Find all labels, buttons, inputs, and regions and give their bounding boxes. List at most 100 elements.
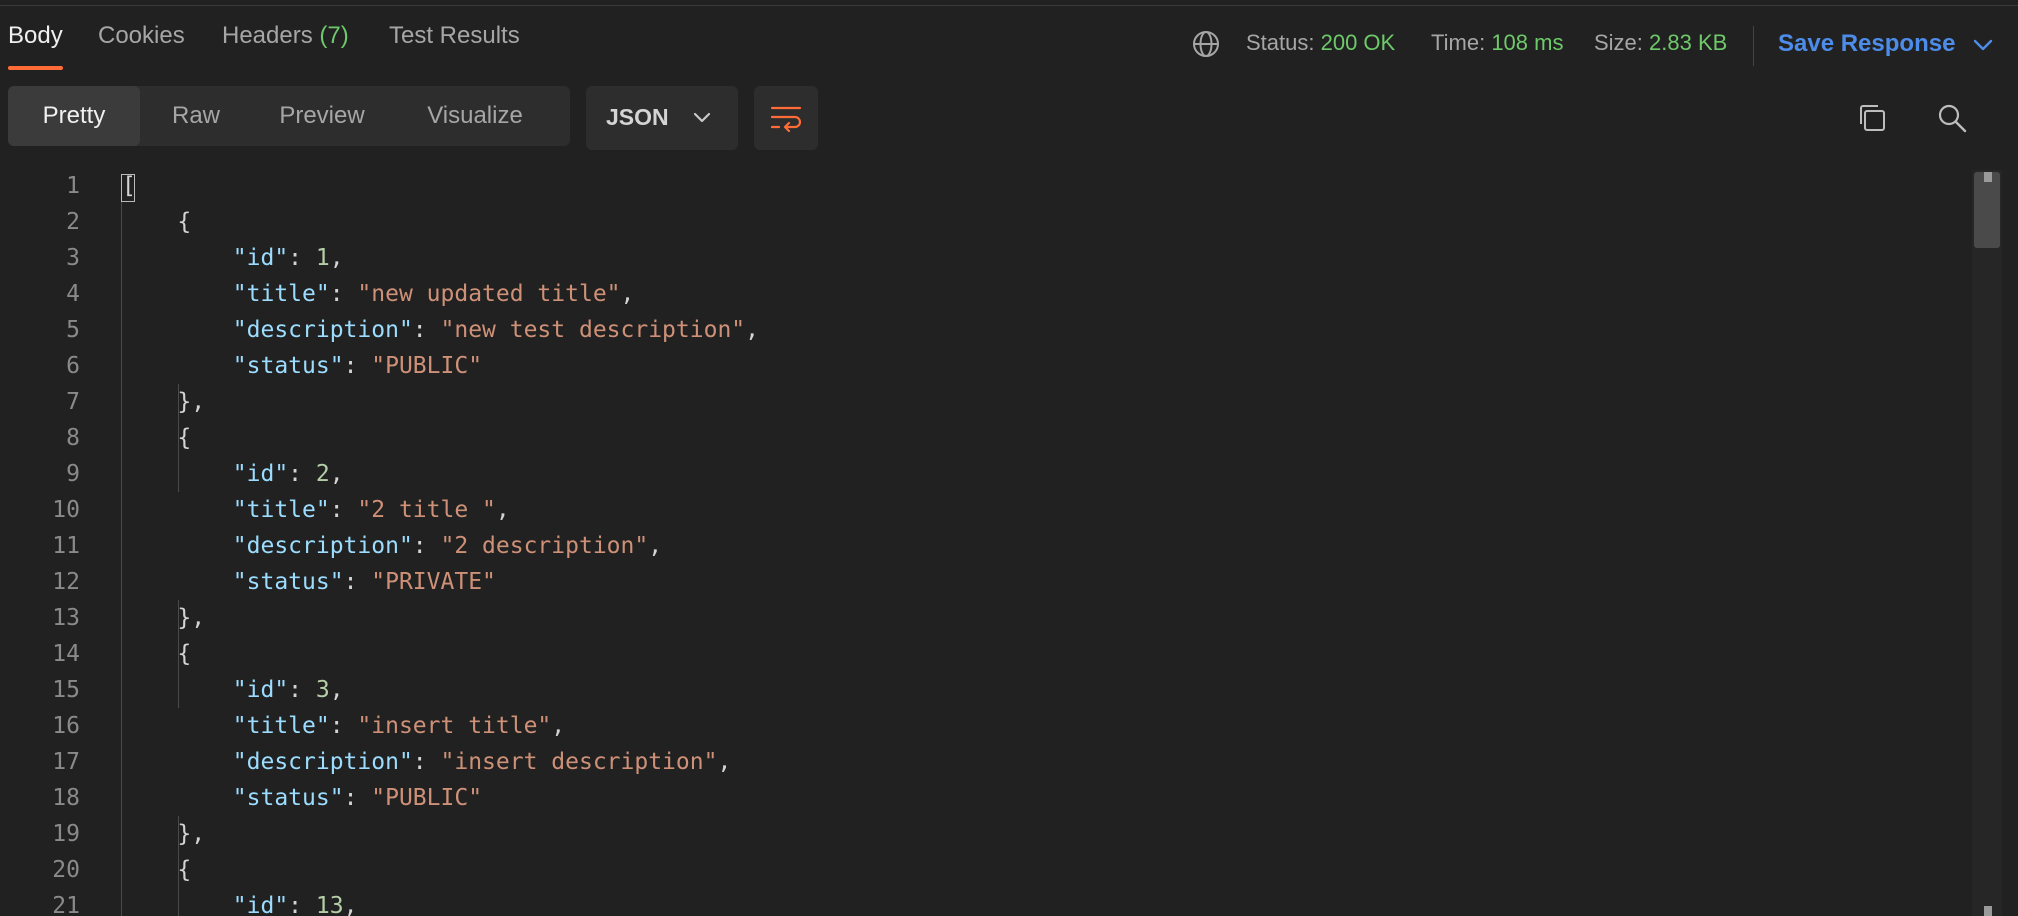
code-token: "id" bbox=[232, 245, 289, 271]
code-line: 10 "title": "2 title ", bbox=[0, 492, 1970, 528]
code-token: , bbox=[717, 749, 732, 775]
status-label: Status: bbox=[1246, 30, 1315, 55]
chevron-down-icon bbox=[693, 112, 711, 123]
response-body-editor[interactable]: 1[2 {3 "id": 1, 4 "title": "new updated t… bbox=[0, 168, 1970, 916]
code-line: 11 "description": "2 description", bbox=[0, 528, 1970, 564]
code-token: "title" bbox=[232, 713, 330, 739]
code-line: 15 "id": 3, bbox=[0, 672, 1970, 708]
code-token: "status" bbox=[232, 353, 344, 379]
code-text: [ bbox=[122, 168, 136, 204]
code-token: , bbox=[745, 317, 759, 343]
editor-scrollbar[interactable] bbox=[1972, 170, 2002, 916]
view-mode-pretty[interactable]: Pretty bbox=[8, 86, 140, 146]
format-select[interactable]: JSON bbox=[586, 86, 738, 150]
line-number: 8 bbox=[66, 425, 80, 451]
code-token: "id" bbox=[232, 677, 289, 703]
code-token: "title" bbox=[232, 497, 330, 523]
line-number: 2 bbox=[66, 209, 80, 235]
line-number: 16 bbox=[52, 713, 80, 739]
code-token: }, bbox=[122, 821, 206, 847]
code-text: { bbox=[122, 636, 191, 672]
code-token: "PUBLIC" bbox=[371, 353, 483, 379]
tab-cookies[interactable]: Cookies bbox=[98, 22, 185, 70]
search-icon[interactable] bbox=[1936, 102, 1968, 134]
line-number: 19 bbox=[52, 821, 80, 847]
code-token: { bbox=[122, 641, 192, 667]
code-token: "2 title " bbox=[357, 497, 496, 523]
line-number: 15 bbox=[52, 677, 80, 703]
code-line: 19 }, bbox=[0, 816, 1970, 852]
headers-count-badge: (7) bbox=[319, 22, 349, 49]
editor-scrollbar-thumb[interactable] bbox=[1974, 172, 2000, 248]
view-mode-preview[interactable]: Preview bbox=[252, 86, 392, 146]
code-token: , bbox=[343, 893, 358, 916]
code-token: "description" bbox=[232, 533, 413, 559]
code-token: "new test description" bbox=[440, 317, 746, 343]
globe-icon[interactable] bbox=[1192, 30, 1220, 58]
code-token: "description" bbox=[232, 317, 413, 343]
code-token: { bbox=[122, 857, 192, 883]
code-text: "title": "insert title", bbox=[122, 708, 565, 744]
code-token: "insert title" bbox=[357, 713, 552, 739]
line-number: 7 bbox=[66, 389, 80, 415]
code-text: "status": "PUBLIC" bbox=[122, 780, 482, 816]
code-text: { bbox=[122, 420, 191, 456]
tab-headers[interactable]: Headers (7) bbox=[222, 22, 349, 70]
code-token: : bbox=[343, 569, 372, 595]
code-line: 14 { bbox=[0, 636, 1970, 672]
wrap-lines-button[interactable] bbox=[754, 86, 818, 150]
view-mode-raw[interactable]: Raw bbox=[140, 86, 252, 146]
tab-body-label: Body bbox=[8, 22, 63, 49]
copy-icon[interactable] bbox=[1856, 102, 1888, 134]
view-mode-raw-label: Raw bbox=[171, 102, 220, 129]
code-token: "description" bbox=[232, 749, 413, 775]
code-token: , bbox=[620, 281, 635, 307]
code-token: 13 bbox=[315, 893, 344, 916]
line-number: 4 bbox=[66, 281, 80, 307]
code-token: }, bbox=[122, 605, 206, 631]
code-text: "description": "new test description", bbox=[122, 312, 759, 348]
code-line: 21 "id": 13, bbox=[0, 888, 1970, 916]
view-mode-visualize-label: Visualize bbox=[427, 102, 523, 129]
size-value: 2.83 KB bbox=[1649, 30, 1728, 55]
code-text: { bbox=[122, 204, 191, 240]
code-text: }, bbox=[122, 384, 205, 420]
view-mode-visualize[interactable]: Visualize bbox=[392, 86, 558, 146]
save-response-button[interactable]: Save Response bbox=[1778, 30, 1955, 58]
code-line: 3 "id": 1, bbox=[0, 240, 1970, 276]
code-token: , bbox=[648, 533, 663, 559]
code-token: : bbox=[412, 317, 441, 343]
code-token: , bbox=[551, 713, 566, 739]
format-select-value: JSON bbox=[606, 104, 669, 130]
view-mode-pretty-label: Pretty bbox=[42, 102, 106, 129]
code-token: : bbox=[412, 533, 441, 559]
code-text: "status": "PRIVATE" bbox=[122, 564, 496, 600]
code-token: , bbox=[329, 677, 344, 703]
tab-test-results[interactable]: Test Results bbox=[389, 22, 520, 70]
chevron-down-icon[interactable] bbox=[1972, 38, 1994, 52]
code-text: "id": 2, bbox=[122, 456, 344, 492]
top-divider bbox=[0, 0, 2018, 6]
status-value: 200 OK bbox=[1320, 30, 1396, 55]
code-line: 17 "description": "insert description", bbox=[0, 744, 1970, 780]
code-line: 16 "title": "insert title", bbox=[0, 708, 1970, 744]
code-text: "id": 13, bbox=[122, 888, 358, 916]
code-token: "2 description" bbox=[440, 533, 649, 559]
line-number: 6 bbox=[66, 353, 80, 379]
code-token: { bbox=[122, 209, 192, 235]
code-text: "status": "PUBLIC" bbox=[122, 348, 482, 384]
code-text: }, bbox=[122, 816, 205, 852]
code-text: "description": "2 description", bbox=[122, 528, 662, 564]
wrap-lines-icon bbox=[770, 106, 802, 132]
meta-divider bbox=[1753, 26, 1754, 66]
code-line: 20 { bbox=[0, 852, 1970, 888]
tab-body[interactable]: Body bbox=[8, 22, 63, 70]
time-value: 108 ms bbox=[1491, 30, 1564, 55]
